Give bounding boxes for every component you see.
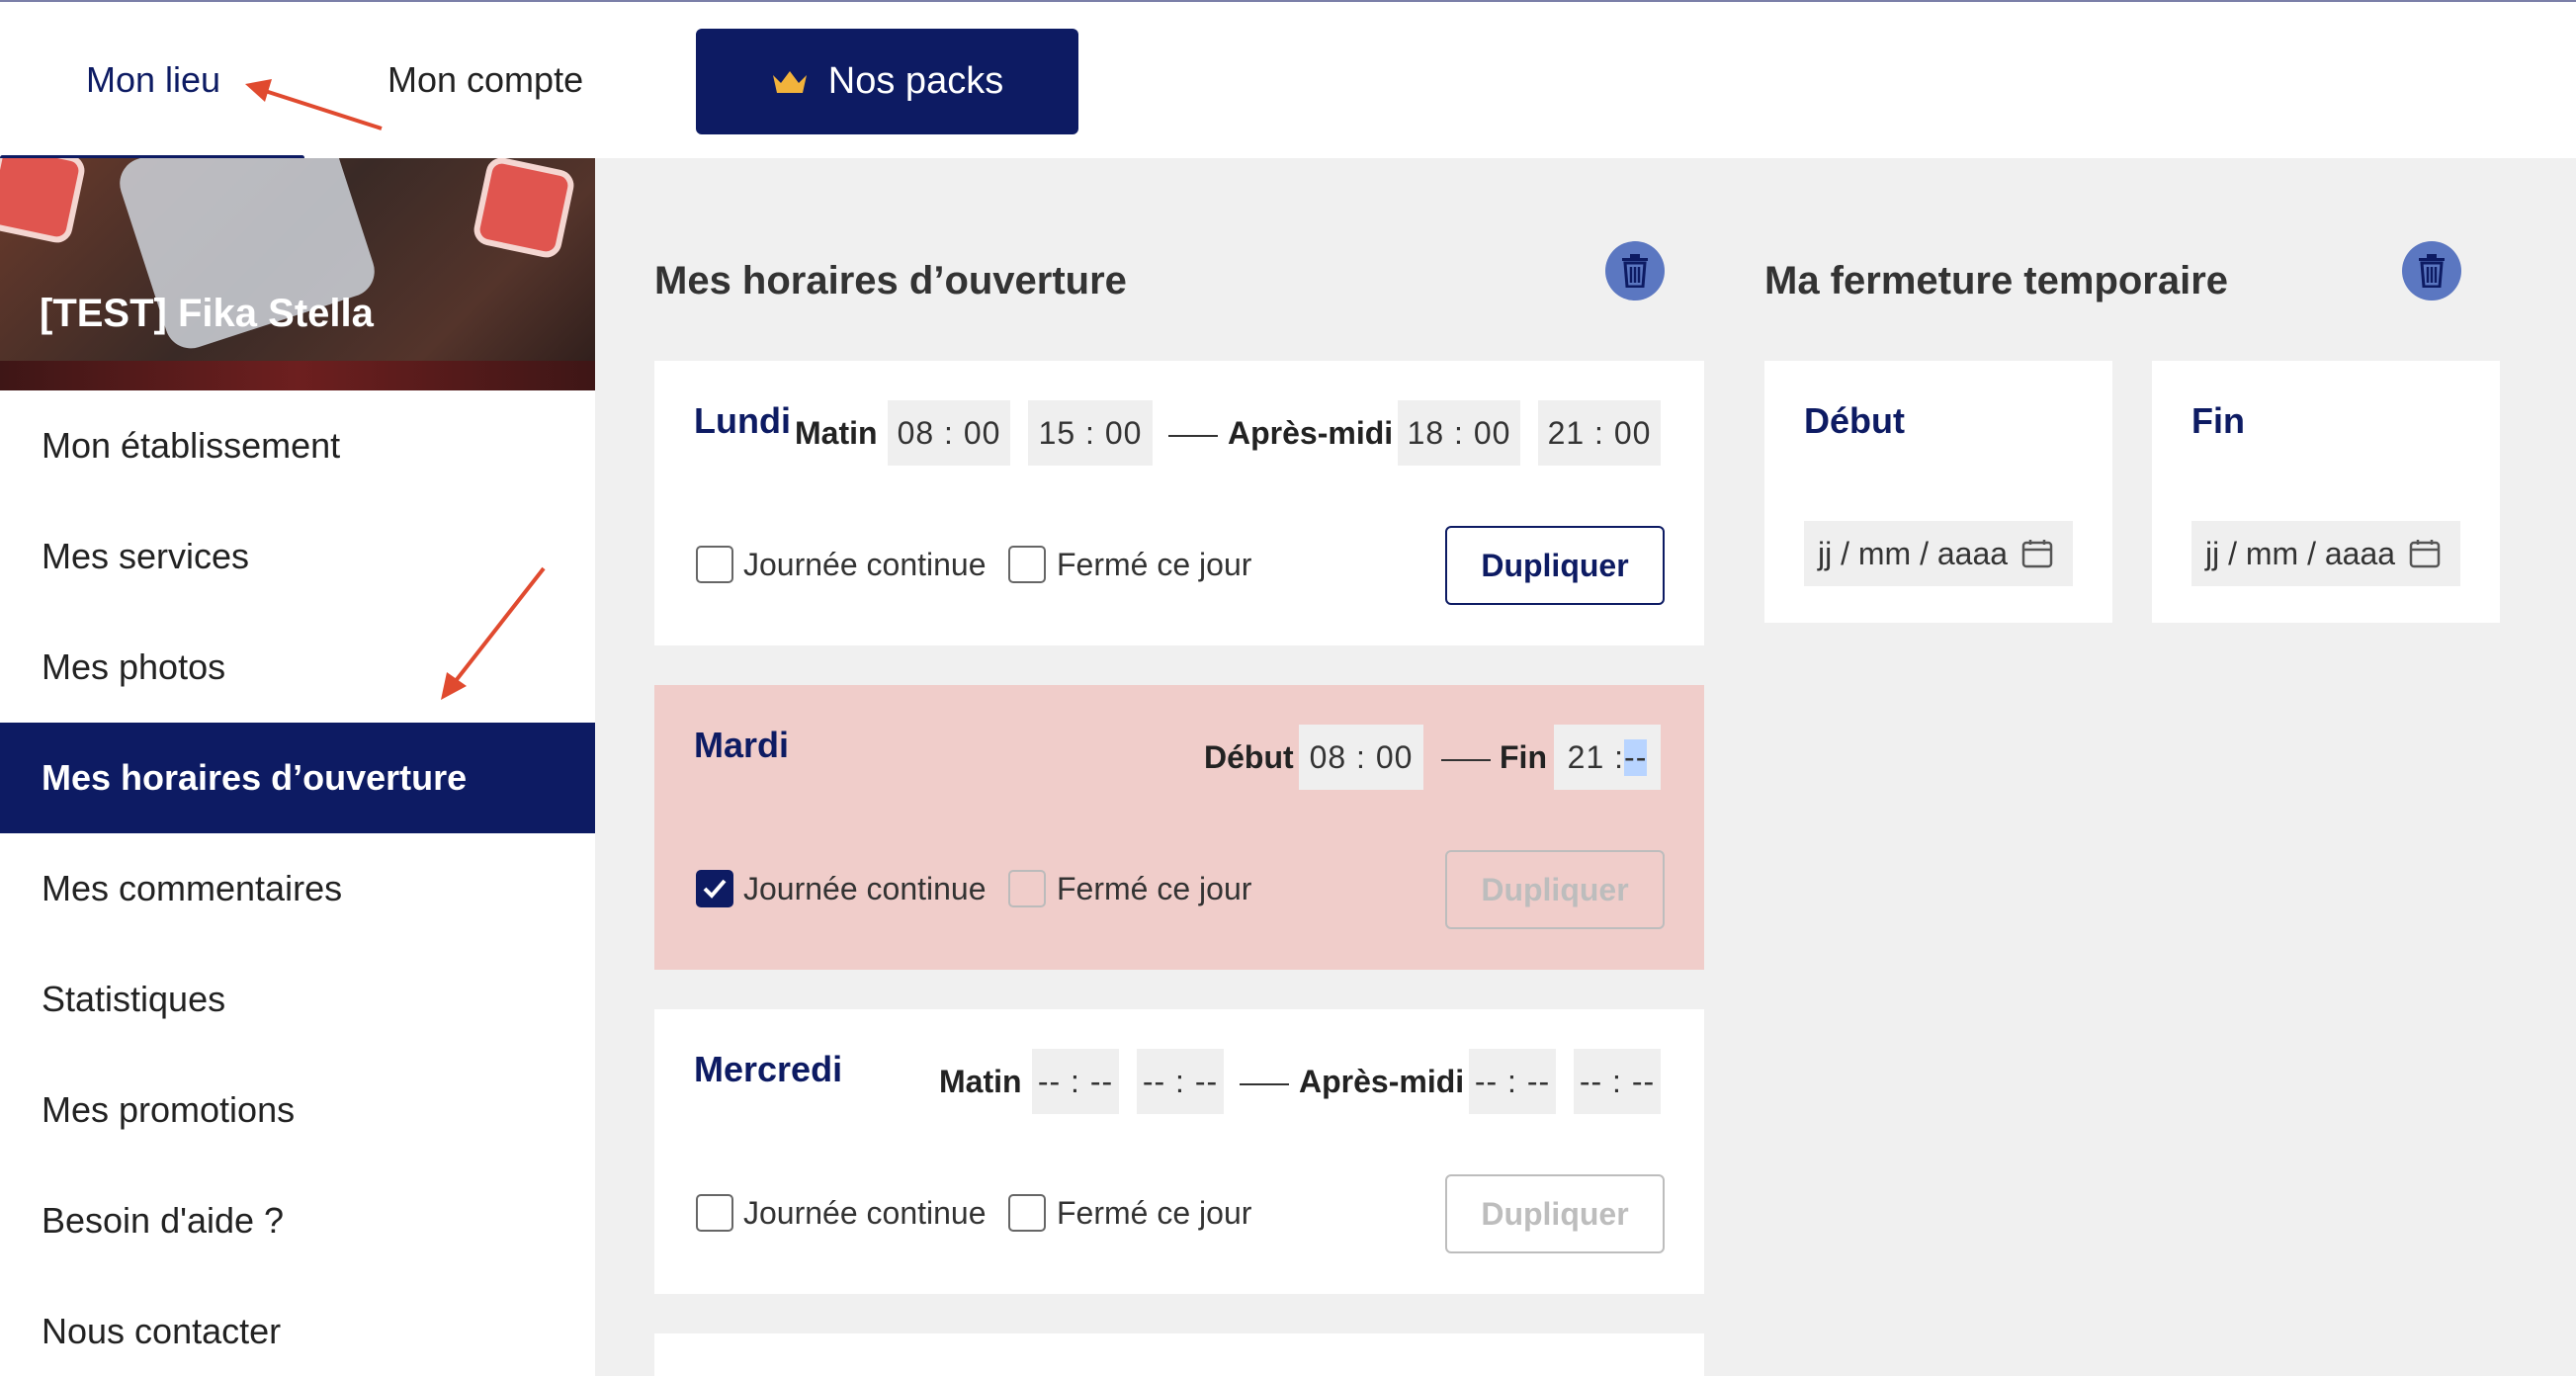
cafe-pin-icon xyxy=(471,158,577,261)
restaurant-pin-icon xyxy=(0,158,88,246)
sidebar-item-statistiques[interactable]: Statistiques xyxy=(0,944,595,1055)
morning-label: Matin xyxy=(939,1064,1022,1099)
afternoon-label: Après-midi xyxy=(1299,1064,1465,1099)
trash-icon xyxy=(1622,254,1648,288)
closure-end-card: Fin jj / mm / aaaa xyxy=(2152,361,2500,623)
day-card-mercredi: Mercredi Matin -- : -- -- : -- Après-mid… xyxy=(654,1009,1704,1294)
dupliquer-button[interactable]: Dupliquer xyxy=(1445,850,1665,929)
afternoon-start-input[interactable]: -- : -- xyxy=(1469,1049,1556,1114)
closure-section-title: Ma fermeture temporaire xyxy=(1764,259,2229,302)
venue-banner-image: [TEST] Fika Stella xyxy=(0,158,595,390)
morning-label: Matin xyxy=(795,415,878,451)
checkmark-icon xyxy=(703,879,727,899)
day-card-next xyxy=(654,1333,1704,1376)
journee-continue-checkbox[interactable] xyxy=(696,870,733,907)
start-label: Début xyxy=(1204,739,1294,775)
afternoon-start-input[interactable]: 18 : 00 xyxy=(1398,400,1520,466)
journee-continue-checkbox[interactable] xyxy=(696,546,733,583)
ferme-ce-jour-label: Fermé ce jour xyxy=(1057,1195,1252,1231)
closure-delete-button[interactable] xyxy=(2402,241,2461,301)
morning-start-input[interactable]: 08 : 00 xyxy=(888,400,1010,466)
closure-end-label: Fin xyxy=(2191,400,2245,441)
venue-name: [TEST] Fika Stella xyxy=(40,292,374,335)
start-time-input[interactable]: 08 : 00 xyxy=(1299,725,1423,790)
day-card-mardi: Mardi Début 08 : 00 Fin 21 : -- Journée c… xyxy=(654,685,1704,970)
sidebar-item-mes-photos[interactable]: Mes photos xyxy=(0,612,595,723)
sidebar-item-mes-horaires[interactable]: Mes horaires d’ouverture xyxy=(0,723,595,833)
morning-end-input[interactable]: 15 : 00 xyxy=(1028,400,1153,466)
morning-end-input[interactable]: -- : -- xyxy=(1137,1049,1224,1114)
nos-packs-button[interactable]: Nos packs xyxy=(696,29,1078,134)
ferme-ce-jour-checkbox[interactable] xyxy=(1008,870,1046,907)
date-placeholder: jj / mm / aaaa xyxy=(2205,535,2396,571)
journee-continue-label: Journée continue xyxy=(743,871,987,906)
day-name: Mardi xyxy=(694,725,790,765)
sidebar-item-mes-services[interactable]: Mes services xyxy=(0,501,595,612)
end-time-minutes-selected: -- xyxy=(1624,738,1648,776)
closure-start-date-input[interactable]: jj / mm / aaaa xyxy=(1804,521,2073,586)
sidebar-item-mes-promotions[interactable]: Mes promotions xyxy=(0,1055,595,1165)
sidebar-item-mes-commentaires[interactable]: Mes commentaires xyxy=(0,833,595,944)
hours-section-title: Mes horaires d’ouverture xyxy=(654,259,1127,302)
afternoon-end-input[interactable]: 21 : 00 xyxy=(1538,400,1661,466)
closure-start-label: Début xyxy=(1804,400,1905,441)
trash-icon xyxy=(2419,254,2445,288)
day-name: Lundi xyxy=(694,400,791,441)
end-time-hours: 21 : xyxy=(1567,738,1625,775)
date-placeholder: jj / mm / aaaa xyxy=(1818,535,2009,571)
closure-end-date-input[interactable]: jj / mm / aaaa xyxy=(2191,521,2460,586)
morning-start-input[interactable]: -- : -- xyxy=(1032,1049,1119,1114)
nav-tab-mon-compte[interactable]: Mon compte xyxy=(387,59,583,101)
ferme-ce-jour-checkbox[interactable] xyxy=(1008,1194,1046,1232)
calendar-icon[interactable] xyxy=(2021,539,2053,568)
sidebar-item-nous-contacter[interactable]: Nous contacter xyxy=(0,1276,595,1376)
calendar-icon[interactable] xyxy=(2409,539,2441,568)
nav-tab-mon-lieu[interactable]: Mon lieu xyxy=(86,59,220,101)
sidebar-item-mon-etablissement[interactable]: Mon établissement xyxy=(0,390,595,501)
sidebar: [TEST] Fika Stella Mon établissement Mes… xyxy=(0,158,595,1376)
afternoon-label: Après-midi xyxy=(1228,415,1394,451)
day-name: Mercredi xyxy=(694,1049,843,1089)
end-label: Fin xyxy=(1500,739,1547,775)
end-time-input[interactable]: 21 : -- xyxy=(1554,725,1661,790)
dupliquer-button[interactable]: Dupliquer xyxy=(1445,1174,1665,1253)
journee-continue-checkbox[interactable] xyxy=(696,1194,733,1232)
hours-delete-button[interactable] xyxy=(1605,241,1665,301)
ferme-ce-jour-label: Fermé ce jour xyxy=(1057,547,1252,582)
nos-packs-label: Nos packs xyxy=(827,60,1004,102)
afternoon-end-input[interactable]: -- : -- xyxy=(1574,1049,1661,1114)
ferme-ce-jour-checkbox[interactable] xyxy=(1008,546,1046,583)
dupliquer-button[interactable]: Dupliquer xyxy=(1445,526,1665,605)
top-nav-bar: Mon lieu Mon compte Nos packs xyxy=(0,0,2576,160)
sidebar-item-besoin-aide[interactable]: Besoin d'aide ? xyxy=(0,1165,595,1276)
crown-icon xyxy=(772,70,807,93)
day-card-lundi: Lundi Matin 08 : 00 15 : 00 Après-midi 1… xyxy=(654,361,1704,645)
journee-continue-label: Journée continue xyxy=(743,1195,987,1231)
closure-start-card: Début jj / mm / aaaa xyxy=(1764,361,2112,623)
journee-continue-label: Journée continue xyxy=(743,547,987,582)
ferme-ce-jour-label: Fermé ce jour xyxy=(1057,871,1252,906)
